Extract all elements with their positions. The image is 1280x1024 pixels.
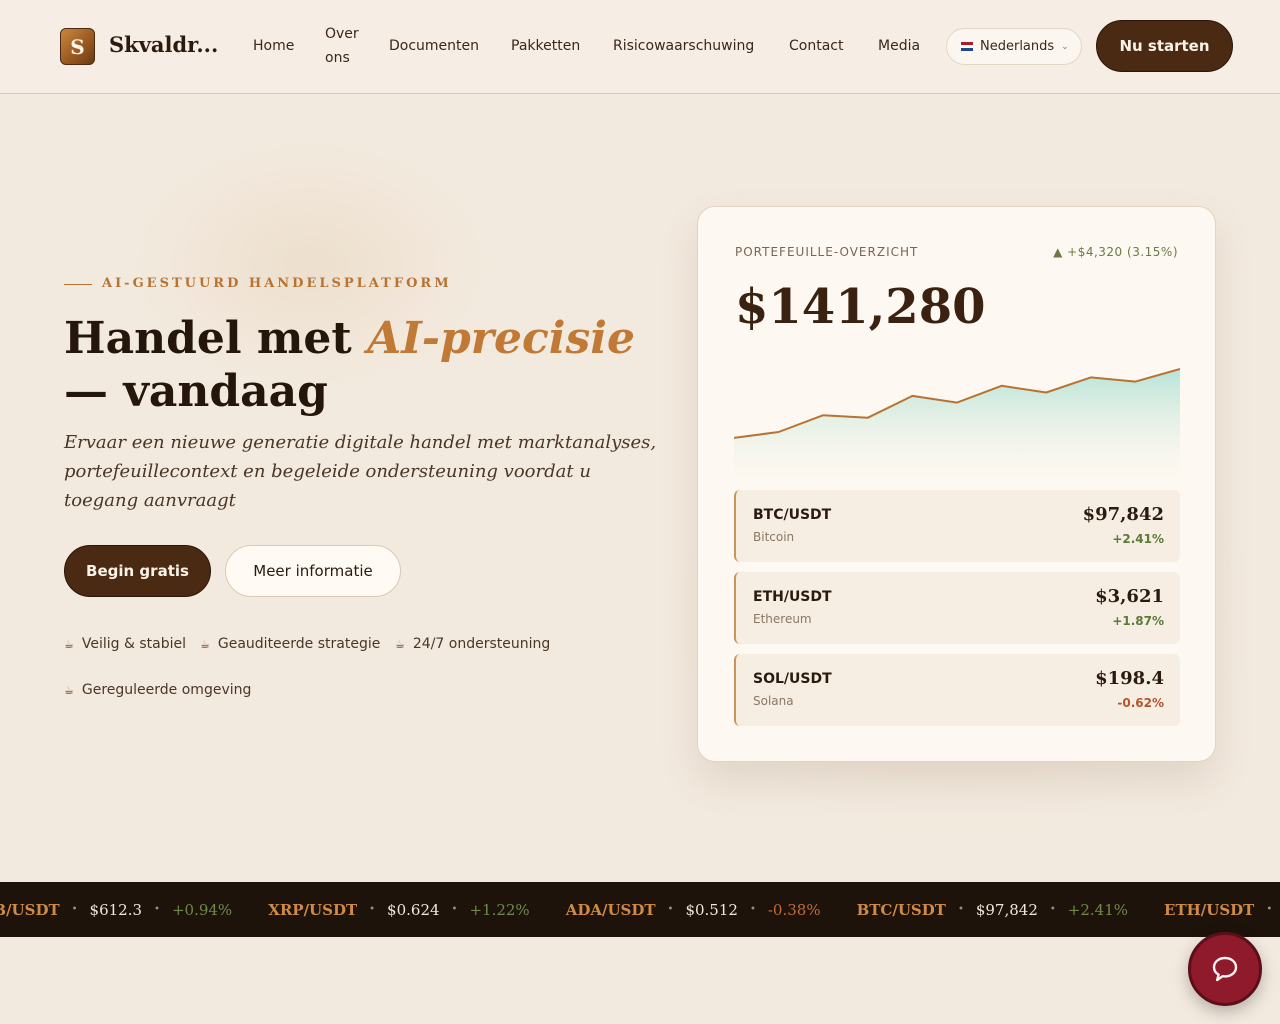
headline-accent: AI-precisie bbox=[367, 313, 635, 364]
more-info-button[interactable]: Meer informatie bbox=[225, 545, 401, 597]
ticker-separator: • bbox=[957, 904, 964, 915]
ticker-price: $612.3 bbox=[89, 900, 143, 919]
hero-subtitle: Ervaar een nieuwe generatie digitale han… bbox=[64, 432, 657, 511]
ticker-pair: BTC/USDT bbox=[856, 900, 946, 919]
badge-support: ☕ 24/7 ondersteuning bbox=[395, 636, 550, 652]
asset-change: +2.41% bbox=[1112, 532, 1164, 546]
asset-row-btc[interactable]: BTC/USDT Bitcoin $97,842 +2.41% bbox=[734, 490, 1180, 562]
ticker-change: +1.22% bbox=[469, 900, 530, 919]
ticker-pair: XRP/USDT bbox=[268, 900, 358, 919]
flag-nl-icon bbox=[961, 42, 973, 51]
portfolio-label: PORTEFEUILLE-OVERZICHT bbox=[735, 245, 919, 259]
asset-price: $3,621 bbox=[1095, 586, 1164, 607]
badge-secure: ☕ Veilig & stabiel bbox=[64, 636, 186, 652]
brand-name[interactable]: Skvaldr... bbox=[109, 32, 218, 57]
ticker-change: -0.38% bbox=[767, 900, 821, 919]
coffee-cup-icon: ☕ bbox=[64, 637, 74, 651]
badge-label: 24/7 ondersteuning bbox=[412, 636, 551, 652]
chevron-down-icon: ⌄ bbox=[1061, 41, 1069, 52]
ticker-price: $97,842 bbox=[975, 900, 1038, 919]
start-now-button[interactable]: Nu starten bbox=[1096, 20, 1233, 72]
ticker-item: ADA/USDT • $0.512 • -0.38% bbox=[566, 901, 821, 919]
ticker-item: ETH/USDT•$3,621•+1.87% bbox=[1164, 901, 1280, 919]
asset-price: $198.4 bbox=[1095, 668, 1164, 689]
ticker-separator: • bbox=[667, 904, 674, 915]
badge-audited: ☕ Geauditeerde strategie bbox=[200, 636, 380, 652]
ticker-price: $0.624 bbox=[387, 900, 440, 919]
ticker-pair: ETH/USDT bbox=[1164, 900, 1255, 919]
nav-link-risicowaarschuwing[interactable]: Risicowaarschuwing bbox=[613, 34, 754, 58]
ticker-separator: • bbox=[451, 904, 458, 915]
coffee-cup-icon: ☕ bbox=[200, 637, 210, 651]
hero-eyebrow: AI-GESTUURD HANDELSPLATFORM bbox=[102, 276, 452, 291]
asset-change: +1.87% bbox=[1112, 614, 1164, 628]
language-selector[interactable]: Nederlands ⌄ bbox=[946, 28, 1082, 65]
ticker-pair: ADA/USDT bbox=[565, 900, 656, 919]
asset-row-eth[interactable]: ETH/USDT Ethereum $3,621 +1.87% bbox=[734, 572, 1180, 644]
headline-part2: — vandaag bbox=[64, 366, 328, 417]
badge-regulated: ☕ Gereguleerde omgeving bbox=[64, 682, 251, 698]
nav-link-over-ons[interactable]: Over ons bbox=[325, 22, 365, 70]
ticker-separator: • bbox=[1266, 904, 1273, 915]
ticker-pair: BNB/USDT bbox=[0, 900, 60, 919]
logo-icon[interactable]: S bbox=[60, 28, 95, 65]
asset-row-sol[interactable]: SOL/USDT Solana $198.4 -0.62% bbox=[734, 654, 1180, 726]
chat-button[interactable] bbox=[1188, 932, 1262, 1006]
asset-pair: SOL/USDT bbox=[753, 671, 832, 687]
portfolio-card: PORTEFEUILLE-OVERZICHT ▲ +$4,320 (3.15%)… bbox=[697, 206, 1216, 762]
portfolio-value: $141,280 bbox=[735, 279, 986, 335]
price-ticker: BNB/USDT • $612.3 • +0.94% XRP/USDT • $0.624 • +1… bbox=[0, 882, 1280, 937]
eyebrow-divider bbox=[64, 284, 92, 285]
ticker-separator: • bbox=[369, 904, 376, 915]
badge-label: Geauditeerde strategie bbox=[217, 636, 381, 652]
nav-link-media[interactable]: Media bbox=[878, 34, 920, 58]
badge-label: Veilig & stabiel bbox=[81, 636, 186, 652]
asset-price: $97,842 bbox=[1082, 504, 1164, 525]
asset-name: Ethereum bbox=[753, 612, 812, 626]
ticker-change: +2.41% bbox=[1067, 900, 1129, 919]
nav-link-pakketten[interactable]: Pakketten bbox=[511, 34, 580, 58]
portfolio-chart bbox=[734, 368, 1180, 477]
ticker-change: +0.94% bbox=[171, 900, 233, 919]
ticker-item: BTC/USDT • $97,842 • +2.41% bbox=[857, 901, 1128, 919]
ticker-track: BNB/USDT • $612.3 • +0.94% XRP/USDT • $0.624 • +1… bbox=[0, 882, 1280, 937]
ticker-price: $0.512 bbox=[685, 900, 738, 919]
ticker-separator: • bbox=[1049, 904, 1056, 915]
asset-name: Bitcoin bbox=[753, 530, 795, 544]
asset-name: Solana bbox=[753, 694, 794, 708]
ticker-item: XRP/USDT • $0.624 • +1.22% bbox=[268, 901, 530, 919]
badge-label: Gereguleerde omgeving bbox=[81, 682, 252, 698]
asset-change: -0.62% bbox=[1117, 696, 1164, 710]
nav-link-documenten[interactable]: Documenten bbox=[389, 34, 479, 58]
asset-pair: BTC/USDT bbox=[753, 507, 832, 523]
nav-link-contact[interactable]: Contact bbox=[789, 34, 843, 58]
nav-link-home[interactable]: Home bbox=[253, 34, 294, 58]
begin-free-button[interactable]: Begin gratis bbox=[64, 545, 211, 597]
ticker-separator: • bbox=[749, 904, 756, 915]
coffee-cup-icon: ☕ bbox=[395, 637, 405, 651]
ticker-separator: • bbox=[71, 904, 78, 915]
ticker-separator: • bbox=[154, 904, 160, 915]
hero-headline: Handel met AI-precisie — vandaag bbox=[64, 312, 664, 418]
portfolio-change: ▲ +$4,320 (3.15%) bbox=[1053, 245, 1178, 259]
chat-bubble-icon bbox=[1212, 956, 1238, 982]
asset-pair: ETH/USDT bbox=[753, 589, 832, 605]
language-label: Nederlands bbox=[980, 39, 1055, 54]
top-navigation: S Skvaldr... Home Over ons Documenten Pa… bbox=[0, 0, 1280, 94]
ticker-item: BNB/USDT • $612.3 • +0.94% bbox=[0, 901, 232, 919]
headline-part1: Handel met bbox=[64, 313, 368, 364]
coffee-cup-icon: ☕ bbox=[64, 683, 74, 697]
